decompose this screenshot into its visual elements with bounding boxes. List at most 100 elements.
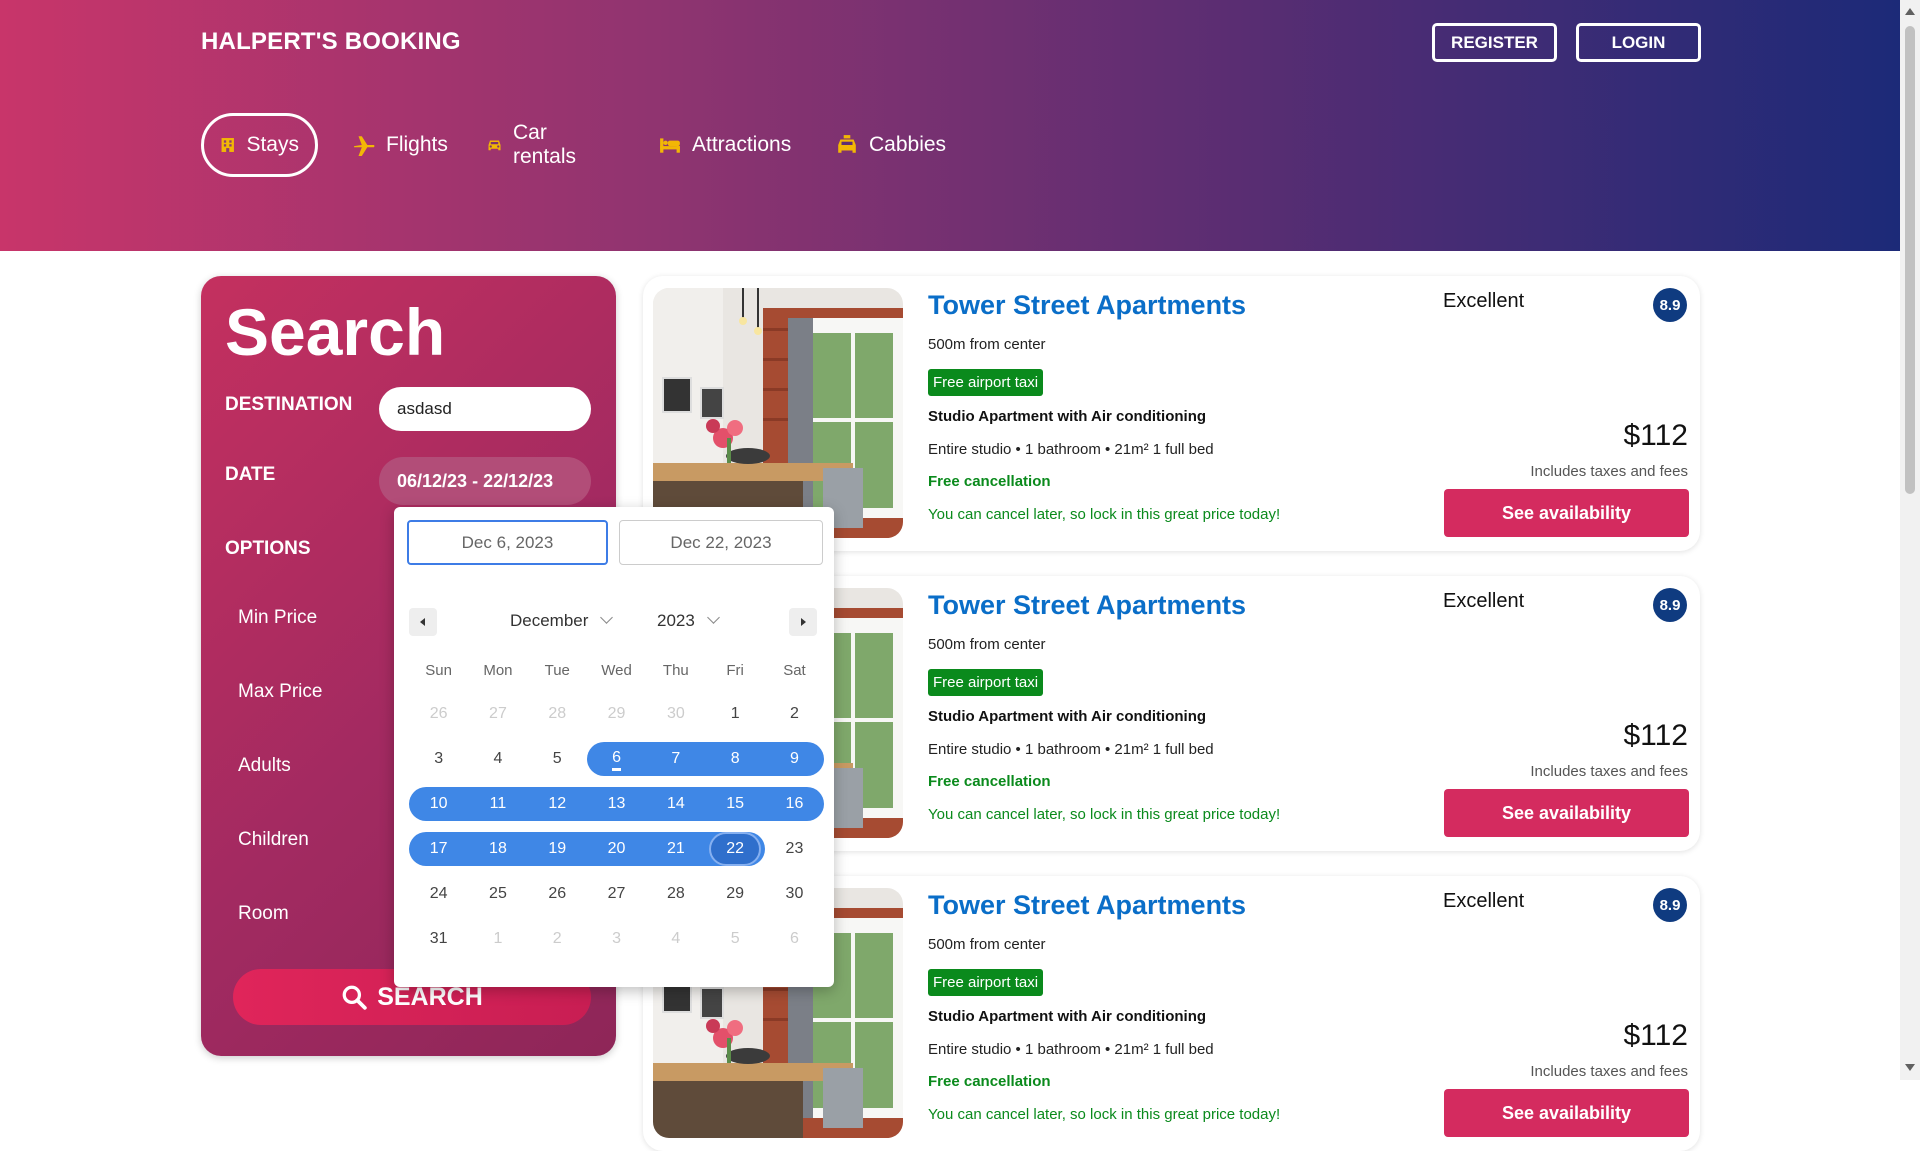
- start-date-field[interactable]: Dec 6, 2023: [407, 520, 608, 565]
- scroll-up-arrow[interactable]: [1905, 8, 1915, 15]
- calendar-day-number: 1: [730, 705, 740, 722]
- taxi-badge: Free airport taxi: [928, 969, 1044, 996]
- taxi-badge: Free airport taxi: [928, 669, 1044, 696]
- calendar-day-number: 3: [612, 930, 621, 947]
- calendar-day[interactable]: 9: [765, 742, 824, 776]
- year-value: 2023: [657, 611, 695, 630]
- nav-item-flights[interactable]: Flights: [353, 113, 448, 177]
- month-value: December: [510, 611, 589, 630]
- calendar-day[interactable]: 29: [706, 877, 765, 911]
- calendar-day[interactable]: 6: [587, 742, 646, 776]
- calendar-day: 3: [587, 922, 646, 956]
- nav-item-attractions[interactable]: Attractions: [659, 113, 791, 177]
- calendar-day[interactable]: 22: [706, 832, 765, 866]
- calendar-day: 30: [646, 697, 705, 731]
- destination-label: DESTINATION: [225, 394, 353, 415]
- page-scrollbar[interactable]: [1900, 0, 1920, 1080]
- see-availability-button[interactable]: See availability: [1444, 789, 1689, 837]
- hotel-name-link[interactable]: Tower Street Apartments: [928, 290, 1246, 321]
- taxi-badge: Free airport taxi: [928, 369, 1044, 396]
- taxes-note: Includes taxes and fees: [1530, 763, 1688, 780]
- calendar-day-number: 31: [429, 930, 448, 947]
- destination-input[interactable]: [379, 387, 591, 431]
- calendar-day[interactable]: 23: [765, 832, 824, 866]
- calendar-day[interactable]: 7: [646, 742, 705, 776]
- hotel-name-link[interactable]: Tower Street Apartments: [928, 590, 1246, 621]
- year-select[interactable]: 2023: [657, 611, 720, 631]
- calendar-day[interactable]: 20: [587, 832, 646, 866]
- calendar-day[interactable]: 24: [409, 877, 468, 911]
- nav-item-stays[interactable]: Stays: [201, 113, 318, 177]
- nav-item-car-rentals[interactable]: Car rentals: [487, 113, 583, 177]
- end-date-field[interactable]: Dec 22, 2023: [619, 520, 823, 565]
- hotel-features: Entire studio • 1 bathroom • 21m² 1 full…: [928, 1041, 1214, 1058]
- site-header: HALPERT'S BOOKING REGISTER LOGIN Stays F…: [0, 0, 1900, 251]
- calendar-day: 27: [468, 697, 527, 731]
- login-button[interactable]: LOGIN: [1576, 23, 1701, 62]
- calendar-day: 28: [528, 697, 587, 731]
- calendar-day[interactable]: 5: [528, 742, 587, 776]
- calendar-day[interactable]: 27: [587, 877, 646, 911]
- calendar-day[interactable]: 11: [468, 787, 527, 821]
- calendar-day[interactable]: 18: [468, 832, 527, 866]
- option-min-price: Min Price: [238, 607, 318, 628]
- calendar-day-number: 28: [666, 885, 685, 902]
- taxi-icon: [838, 135, 856, 153]
- hotel-price: $112: [1623, 719, 1688, 752]
- calendar-day[interactable]: 13: [587, 787, 646, 821]
- rating-badge: 8.9: [1653, 588, 1687, 622]
- calendar-day[interactable]: 30: [765, 877, 824, 911]
- calendar-day-number: 9: [789, 750, 799, 767]
- calendar-day-number: 18: [489, 840, 507, 857]
- calendar-day[interactable]: 28: [646, 877, 705, 911]
- search-icon: [342, 985, 367, 1010]
- calendar-day-number: 21: [666, 840, 685, 857]
- caret-left-icon: [420, 618, 425, 626]
- calendar-day-number: 14: [666, 795, 685, 812]
- calendar-day[interactable]: 16: [765, 787, 824, 821]
- calendar-day-number: 26: [429, 705, 448, 722]
- calendar-day[interactable]: 2: [765, 697, 824, 731]
- see-availability-button[interactable]: See availability: [1444, 489, 1689, 537]
- calendar-day[interactable]: 12: [528, 787, 587, 821]
- calendar-day[interactable]: 21: [646, 832, 705, 866]
- hotel-distance: 500m from center: [928, 636, 1046, 653]
- calendar-day-number: 6: [612, 748, 621, 771]
- calendar-day-number: 16: [785, 795, 804, 812]
- calendar-day-number: 11: [489, 795, 507, 812]
- hotel-name-link[interactable]: Tower Street Apartments: [928, 890, 1246, 921]
- calendar-day[interactable]: 19: [528, 832, 587, 866]
- prev-month-button[interactable]: [409, 608, 437, 636]
- cancellation-title: Free cancellation: [928, 1073, 1051, 1090]
- calendar-day[interactable]: 15: [706, 787, 765, 821]
- calendar-day-number: 7: [671, 750, 681, 767]
- next-month-button[interactable]: [789, 608, 817, 636]
- calendar-day[interactable]: 17: [409, 832, 468, 866]
- calendar-day-number: 22: [726, 840, 745, 857]
- calendar-day[interactable]: 4: [468, 742, 527, 776]
- calendar-day-number: 29: [607, 705, 626, 722]
- site-logo[interactable]: HALPERT'S BOOKING: [201, 28, 461, 56]
- calendar-day[interactable]: 25: [468, 877, 527, 911]
- scroll-down-arrow[interactable]: [1905, 1064, 1915, 1071]
- weekday-header: Sun Mon Tue Wed Thu Fri Sat: [409, 662, 824, 682]
- weekday-label: Wed: [601, 662, 632, 679]
- calendar-day[interactable]: 31: [409, 922, 468, 956]
- hotel-thumbnail[interactable]: [653, 288, 903, 538]
- calendar-day[interactable]: 3: [409, 742, 468, 776]
- see-availability-button[interactable]: See availability: [1444, 1089, 1689, 1137]
- nav-item-cabbies[interactable]: Cabbies: [836, 113, 946, 177]
- option-room: Room: [238, 903, 289, 924]
- search-title: Search: [225, 295, 446, 369]
- calendar-day[interactable]: 8: [706, 742, 765, 776]
- calendar-day-number: 8: [730, 750, 740, 767]
- date-range-input[interactable]: 06/12/23 - 22/12/23: [379, 457, 591, 505]
- calendar-day[interactable]: 1: [706, 697, 765, 731]
- calendar-day-number: 5: [552, 750, 562, 767]
- month-select[interactable]: December: [510, 611, 614, 631]
- calendar-day[interactable]: 10: [409, 787, 468, 821]
- calendar-day[interactable]: 26: [528, 877, 587, 911]
- scroll-thumb[interactable]: [1905, 26, 1915, 494]
- register-button[interactable]: REGISTER: [1432, 23, 1557, 62]
- calendar-day[interactable]: 14: [646, 787, 705, 821]
